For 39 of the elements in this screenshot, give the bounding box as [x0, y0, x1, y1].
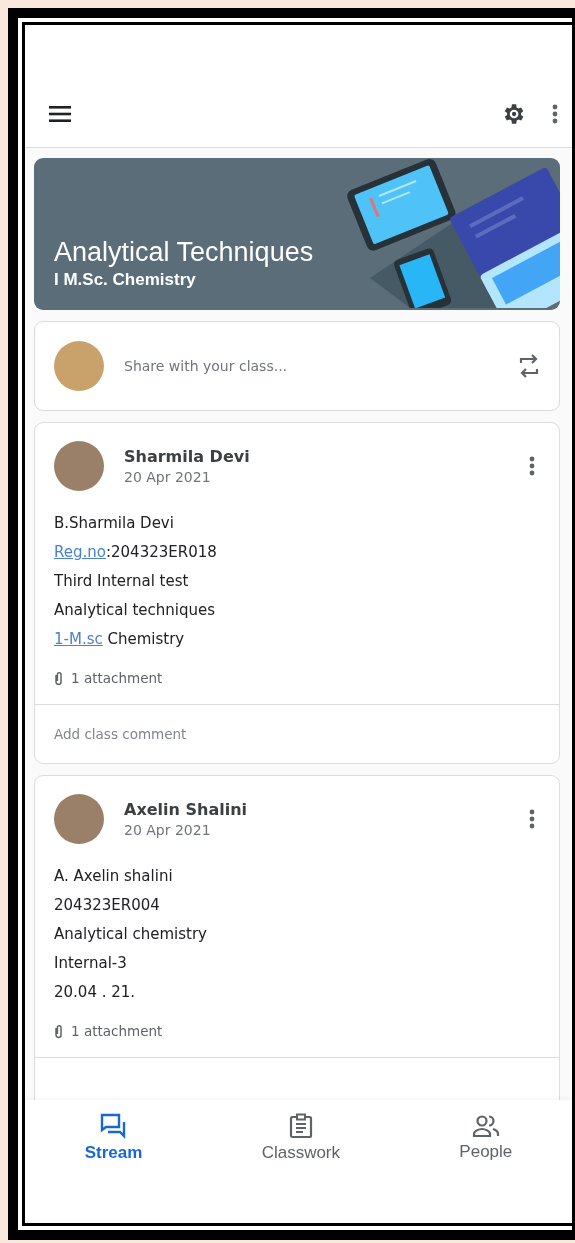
post-text-line: Third Internal test [54, 571, 190, 592]
nav-tab[interactable]: Stream [72, 1108, 155, 1167]
attachment-count[interactable]: 1 attachment [71, 1023, 163, 1039]
post-text-line: 20.04 . 21. [54, 982, 137, 1003]
avatar-photo [54, 794, 104, 844]
post-text-line: Analytical chemistry [54, 924, 208, 945]
more-options-icon[interactable] [552, 103, 558, 124]
chat-bubbles-icon [100, 1112, 127, 1139]
more-options-icon[interactable] [529, 809, 535, 829]
class-title: Analytical Techniques [54, 237, 314, 268]
attachment-count[interactable]: 1 attachment [71, 670, 163, 686]
post-text-line: Internal-3 [54, 953, 128, 974]
post-text-line: 204323ER004 [54, 895, 161, 916]
post-text-line: B.Sharmila Devi [54, 513, 175, 534]
add-comment-link[interactable]: Add class comment [54, 726, 187, 742]
text-link[interactable]: 1-M.sc [54, 630, 103, 648]
post-text-line: 1-M.sc Chemistry [54, 629, 186, 650]
nav-tab[interactable]: People [447, 1109, 525, 1166]
menu-icon[interactable] [49, 105, 71, 122]
avatar-photo [54, 341, 104, 391]
post-text-line: A. Axelin shalini [54, 866, 174, 887]
share-card[interactable]: Share with your class... [34, 321, 560, 411]
text-link[interactable]: Reg.no [54, 543, 106, 561]
post-date: 20 Apr 2021 [124, 822, 212, 838]
paperclip-icon [54, 670, 63, 686]
author-name: Sharmila Devi [124, 447, 251, 466]
paperclip-icon [54, 1023, 63, 1039]
people-icon [471, 1113, 500, 1138]
clipboard-icon [288, 1112, 313, 1139]
nav-tab[interactable]: Classwork [249, 1108, 353, 1167]
post-text-line: Reg.no:204323ER018 [54, 542, 218, 563]
repost-arrows-icon[interactable] [517, 353, 541, 379]
post-date: 20 Apr 2021 [124, 469, 212, 485]
post-text-line: Analytical techniques [54, 600, 217, 621]
author-name: Axelin Shalini [124, 800, 249, 819]
avatar-photo [54, 441, 104, 491]
more-options-icon[interactable] [529, 456, 535, 476]
class-subtitle: I M.Sc. Chemistry [54, 270, 197, 290]
share-input-field[interactable]: Share with your class... [124, 354, 497, 378]
